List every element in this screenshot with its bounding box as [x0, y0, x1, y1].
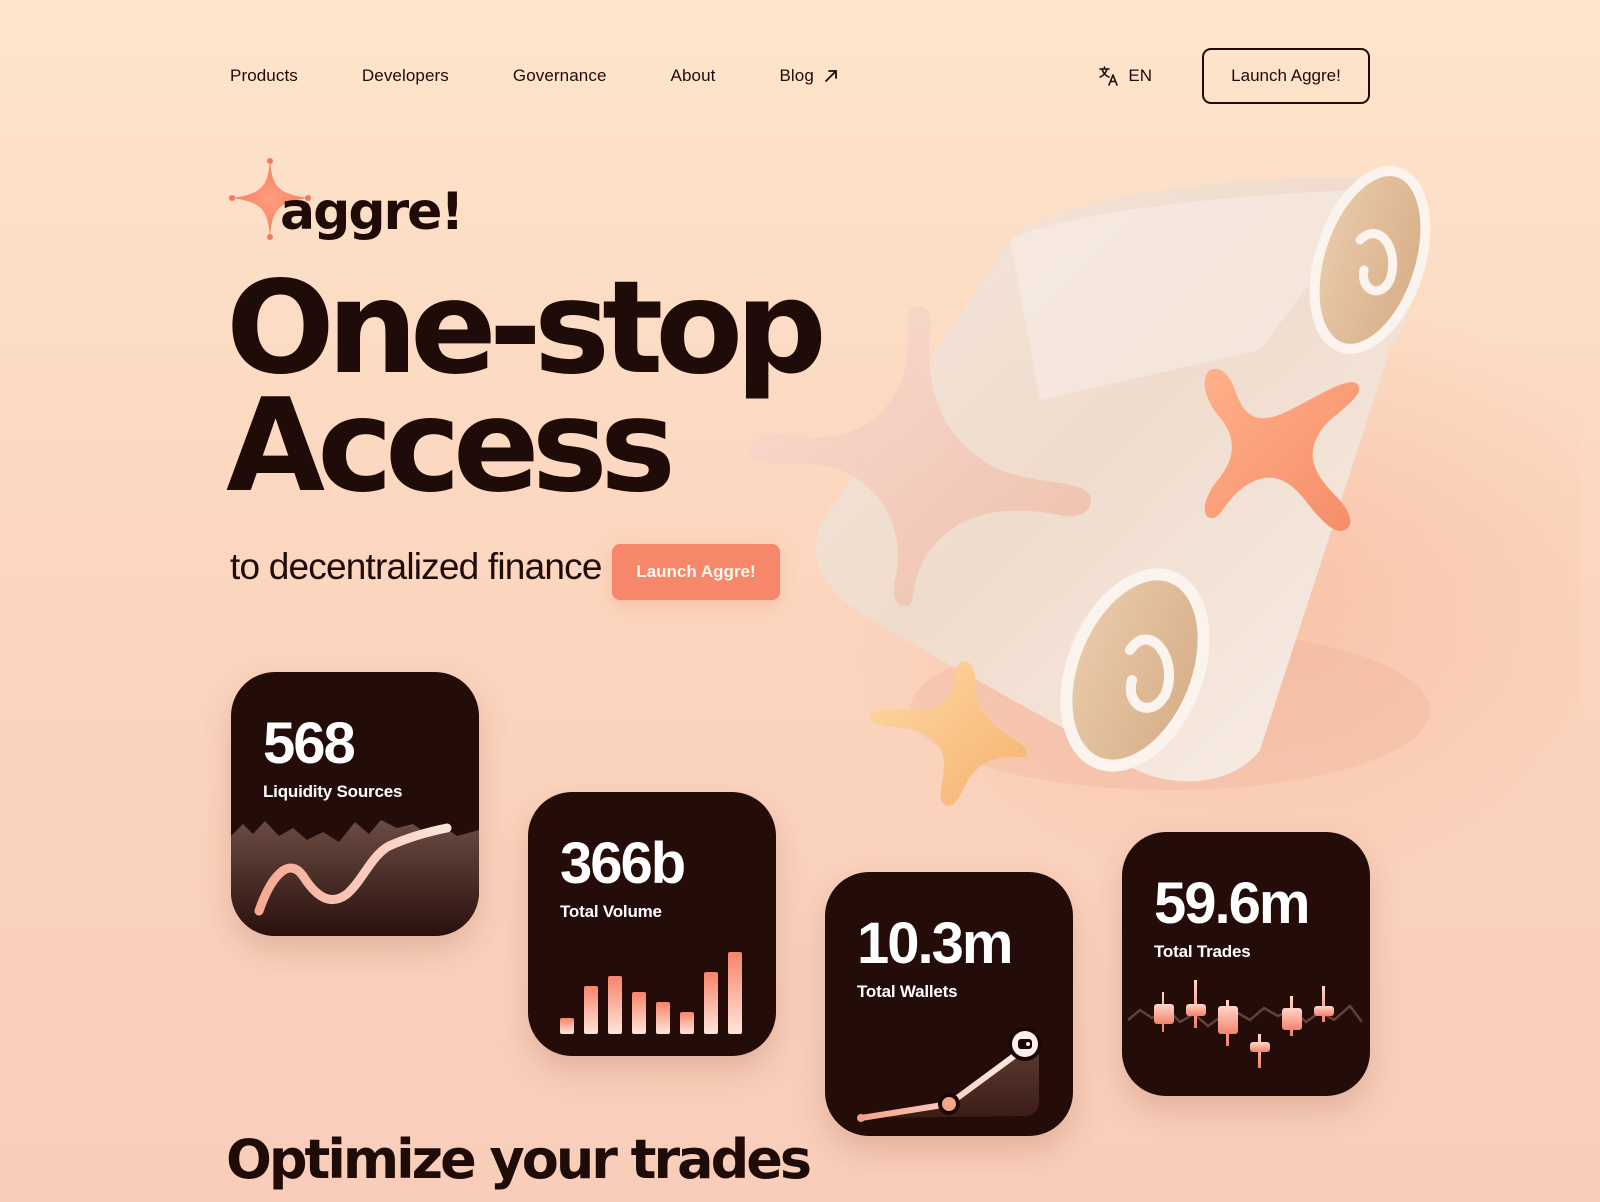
nav-item-products[interactable]: Products: [230, 66, 298, 86]
translate-icon: [1099, 66, 1119, 86]
launch-app-button[interactable]: Launch Aggre!: [1202, 48, 1370, 104]
growth-line-icon: [857, 1027, 1042, 1122]
stat-label: Liquidity Sources: [263, 782, 403, 801]
nav-item-blog[interactable]: Blog: [779, 66, 837, 86]
stat-label: Total Trades: [1154, 942, 1251, 961]
language-label: EN: [1128, 66, 1152, 85]
top-navigation: Products Developers Governance About Blo…: [230, 48, 1370, 104]
nav-item-label: About: [670, 66, 716, 85]
hero-title-line-1: One-stop: [226, 254, 827, 403]
stat-label: Total Volume: [560, 902, 662, 921]
stat-card-volume[interactable]: 366b Total Volume: [528, 792, 776, 1056]
scroll-illustration: [749, 166, 1431, 806]
stat-value: 568: [263, 711, 356, 776]
external-link-arrow-icon: [824, 70, 837, 82]
nav-item-label: Developers: [361, 66, 449, 85]
hero-title: One-stop Access: [226, 254, 827, 521]
language-selector[interactable]: EN: [1098, 65, 1152, 87]
stat-card-wallets[interactable]: 10.3m Total Wallets: [825, 872, 1073, 1136]
stat-card-liquidity[interactable]: 568 Liquidity Sources: [231, 672, 479, 936]
bar-chart-icon: [560, 952, 742, 1034]
section-title: Optimize your trades: [226, 1128, 812, 1191]
nav-links: Products Developers Governance About Blo…: [230, 66, 838, 86]
hero-subtitle: to decentralized finance: [230, 546, 602, 587]
candlestick-chart-icon: [1127, 980, 1363, 1068]
logo-wordmark: aggre!: [280, 182, 464, 242]
nav-item-label: Products: [230, 66, 298, 85]
nav-item-about[interactable]: About: [671, 66, 716, 86]
stat-value: 366b: [560, 831, 686, 896]
hero-title-line-2: Access: [226, 372, 676, 521]
nav-actions: EN Launch Aggre!: [1098, 48, 1370, 104]
stat-label: Total Wallets: [857, 982, 958, 1001]
nav-item-label: Blog: [779, 66, 814, 85]
stat-card-trades[interactable]: 59.6m Total Trades: [1122, 832, 1370, 1096]
nav-item-governance[interactable]: Governance: [513, 66, 607, 86]
nav-item-developers[interactable]: Developers: [362, 66, 449, 86]
brand-logo[interactable]: aggre!: [228, 158, 468, 254]
nav-item-label: Governance: [512, 66, 607, 85]
stat-value: 59.6m: [1154, 871, 1310, 936]
stat-value: 10.3m: [857, 911, 1013, 976]
wave-line-chart-icon: [231, 820, 479, 936]
